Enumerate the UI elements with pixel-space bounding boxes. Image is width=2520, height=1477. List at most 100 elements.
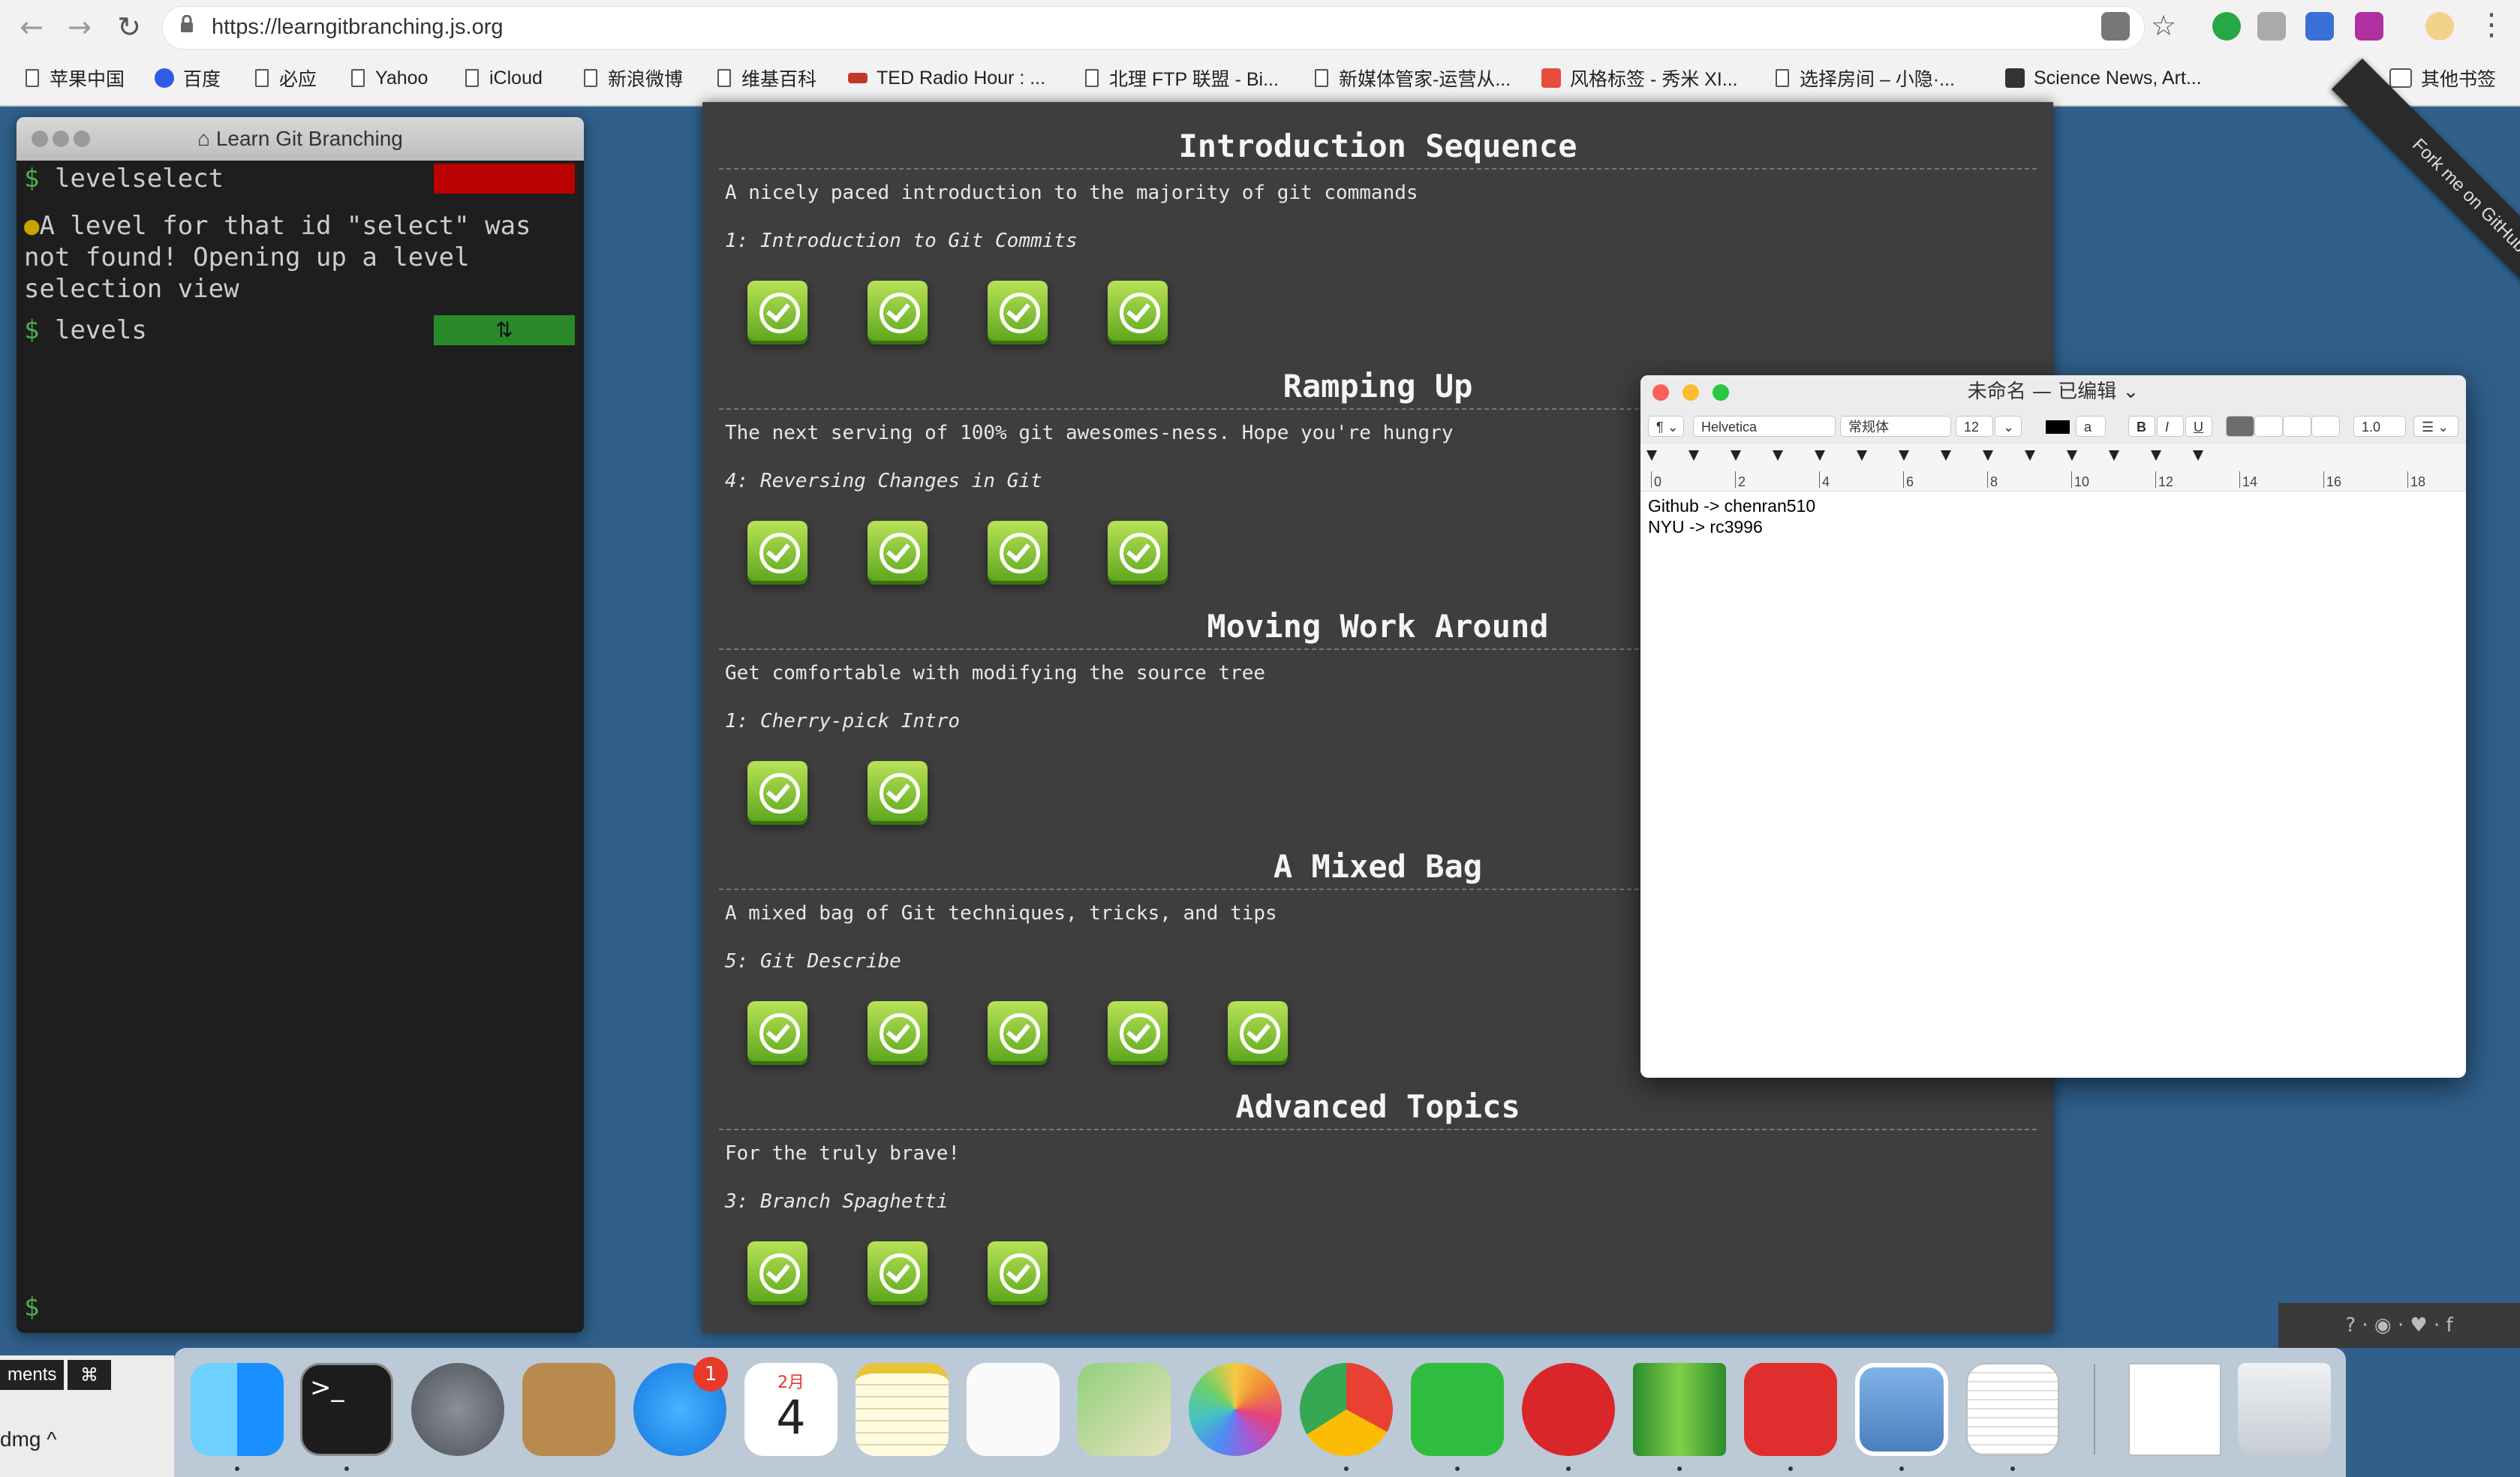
bookmark-item[interactable]: Science News, Art... [2005, 63, 2202, 93]
tab-stop[interactable] [1857, 450, 1867, 461]
contacts-icon[interactable] [522, 1363, 615, 1456]
reload-icon[interactable]: ↻ [111, 9, 147, 45]
page-icon [255, 69, 269, 87]
document-body[interactable]: Github -> chenran510 NYU -> rc3996 [1648, 495, 1815, 537]
finder-icon[interactable] [191, 1363, 284, 1456]
chrome-icon[interactable] [1300, 1363, 1393, 1456]
tab-stop[interactable] [2193, 450, 2203, 461]
level-button[interactable] [988, 521, 1048, 581]
launchpad-icon[interactable] [411, 1363, 504, 1456]
level-button[interactable] [868, 521, 928, 581]
bookmark-item[interactable]: TED Radio Hour : ... [848, 63, 1045, 93]
bookmark-item[interactable]: 北理 FTP 联盟 - Bi... [1085, 63, 1279, 93]
tab-stop[interactable] [1815, 450, 1825, 461]
font-family-select[interactable]: Helvetica [1693, 416, 1836, 437]
avatar[interactable] [2425, 12, 2454, 41]
bookmark-item[interactable]: 苹果中国 [26, 63, 125, 93]
star-icon[interactable]: ☆ [2151, 9, 2176, 42]
input-prompt[interactable]: $ [24, 1292, 39, 1322]
tab-stop[interactable] [1689, 450, 1699, 461]
calendar-icon[interactable]: 2月 4 [744, 1363, 837, 1456]
terminal-icon[interactable]: >_ [300, 1363, 393, 1456]
bold-button[interactable]: B [2128, 416, 2155, 437]
bookmark-item[interactable]: 风格标签 - 秀米 XI... [1541, 63, 1738, 93]
translate-icon[interactable] [2101, 12, 2130, 41]
tab-stop[interactable] [1773, 450, 1783, 461]
tab-stop[interactable] [1646, 450, 1657, 461]
bookmark-item[interactable]: 必应 [255, 63, 317, 93]
level-button[interactable] [868, 281, 928, 341]
text-color-swatch[interactable] [2046, 420, 2070, 434]
notes-icon[interactable] [856, 1363, 949, 1456]
document-icon[interactable] [2128, 1363, 2221, 1456]
align-right-button[interactable] [2283, 416, 2311, 437]
font-style-select[interactable]: 常规体 [1840, 416, 1951, 437]
mail-app-icon[interactable] [1522, 1363, 1615, 1456]
error-message: ●A level for that id "select" was not fo… [24, 211, 531, 304]
level-button[interactable] [868, 1001, 928, 1061]
tab-stop[interactable] [1899, 450, 1909, 461]
level-button[interactable] [1108, 1001, 1168, 1061]
photos-icon[interactable] [1189, 1363, 1282, 1456]
list-style-select[interactable]: ☰ ⌄ [2413, 416, 2458, 437]
highlight-color-button[interactable]: a [2076, 416, 2106, 437]
level-button[interactable] [1108, 521, 1168, 581]
forward-icon[interactable]: → [62, 9, 98, 45]
bookmark-item[interactable]: 维基百科 [717, 63, 816, 93]
window-title[interactable]: 未命名 — 已编辑 ⌄ [1640, 375, 2466, 408]
level-button[interactable] [1108, 281, 1168, 341]
tab-stop[interactable] [2025, 450, 2035, 461]
font-size-dropdown[interactable]: ⌄ [1995, 416, 2022, 437]
tab-stop[interactable] [1941, 450, 1951, 461]
other-bookmarks[interactable]: 其他书签 [2389, 63, 2496, 93]
italic-button[interactable]: I [2157, 416, 2184, 437]
scholar-icon[interactable] [2305, 12, 2334, 41]
extension-badge-icon[interactable] [2355, 12, 2383, 41]
level-button[interactable] [868, 761, 928, 821]
bookmark-item[interactable]: 新媒体管家-运营从... [1315, 63, 1511, 93]
bookmark-item[interactable]: 选择房间 – 小隐·... [1776, 63, 1955, 93]
level-button[interactable] [747, 281, 807, 341]
download-item[interactable]: dmg ^ [0, 1427, 56, 1451]
level-button[interactable] [988, 281, 1048, 341]
back-icon[interactable]: ← [14, 9, 50, 45]
level-button[interactable] [1228, 1001, 1288, 1061]
reminders-icon[interactable] [967, 1363, 1060, 1456]
level-button[interactable] [747, 761, 807, 821]
pipe-app-icon[interactable] [1633, 1363, 1726, 1456]
paragraph-style-select[interactable]: ¶ ⌄ [1648, 416, 1684, 437]
bookmark-item[interactable]: 百度 [155, 63, 221, 93]
level-button[interactable] [747, 1241, 807, 1301]
section-divider [719, 168, 2037, 170]
netease-music-icon[interactable] [1744, 1363, 1837, 1456]
maps-icon[interactable] [1078, 1363, 1171, 1456]
grammarly-icon[interactable] [2212, 12, 2241, 41]
tab-stop[interactable] [2151, 450, 2161, 461]
social-links-bar[interactable]: ? · ◉ · ♥ · f [2278, 1303, 2520, 1348]
level-button[interactable] [868, 1241, 928, 1301]
bookmark-item[interactable]: iCloud [465, 63, 543, 93]
level-button[interactable] [747, 521, 807, 581]
level-button[interactable] [988, 1001, 1048, 1061]
bookmark-item[interactable]: Yahoo [351, 63, 428, 93]
tab-stop[interactable] [2109, 450, 2119, 461]
tab-stop[interactable] [2067, 450, 2077, 461]
underline-button[interactable]: U [2185, 416, 2212, 437]
bookmark-item[interactable]: 新浪微博 [584, 63, 683, 93]
url-text[interactable]: https://learngitbranching.js.org [212, 9, 504, 45]
tab-stop[interactable] [1983, 450, 1993, 461]
wechat-icon[interactable] [1411, 1363, 1504, 1456]
tab-stop[interactable] [1731, 450, 1741, 461]
menu-icon[interactable]: ⋮ [2476, 8, 2506, 42]
preview-icon[interactable] [1855, 1363, 1948, 1456]
line-spacing-select[interactable]: 1.0 [2353, 416, 2406, 437]
align-left-button[interactable] [2226, 416, 2254, 437]
justify-button[interactable] [2311, 416, 2340, 437]
align-center-button[interactable] [2254, 416, 2283, 437]
level-button[interactable] [988, 1241, 1048, 1301]
extension-icon[interactable] [2257, 12, 2286, 41]
level-button[interactable] [747, 1001, 807, 1061]
textedit-icon[interactable] [1966, 1363, 2059, 1456]
font-size-input[interactable]: 12 [1956, 416, 1993, 437]
trash-icon[interactable] [2238, 1363, 2331, 1456]
